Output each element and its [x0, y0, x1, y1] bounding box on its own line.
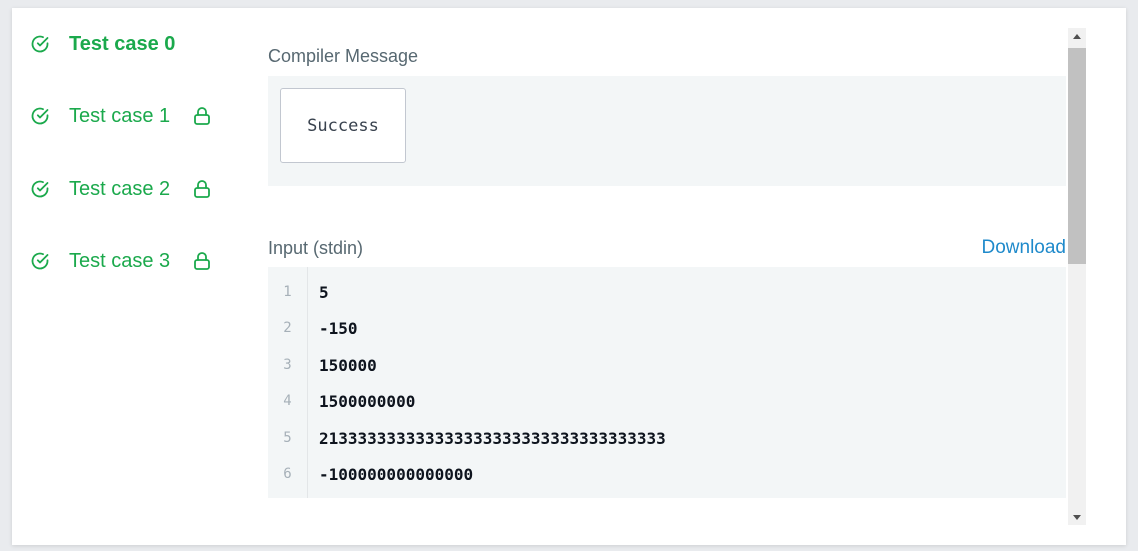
code-line: 5 213333333333333333333333333333333333: [268, 420, 1066, 456]
triangle-up-icon[interactable]: [1068, 28, 1086, 44]
check-circle-icon: [30, 251, 50, 271]
results-card: Test case 0 Test case 1 Test case 2 Test…: [12, 8, 1126, 545]
line-number: 6: [283, 466, 292, 482]
code-line: 2 -150: [268, 310, 1066, 346]
test-case-2-tab[interactable]: Test case 2: [30, 174, 211, 204]
line-number: 5: [283, 430, 292, 446]
download-link[interactable]: Download: [982, 237, 1067, 259]
check-circle-icon: [30, 106, 50, 126]
result-panel: Compiler Message Success Input (stdin) D…: [268, 28, 1066, 518]
vertical-scrollbar[interactable]: [1068, 28, 1086, 525]
lock-icon: [193, 251, 211, 271]
compiler-message-text: Success: [280, 88, 406, 163]
test-case-0-label: Test case 0: [69, 32, 176, 55]
line-text: -150: [319, 318, 358, 338]
line-number: 3: [283, 357, 292, 373]
triangle-down-icon[interactable]: [1068, 509, 1086, 525]
check-circle-icon: [30, 34, 50, 54]
test-case-3-tab[interactable]: Test case 3: [30, 246, 211, 276]
line-text: 150000: [319, 355, 377, 375]
lock-icon: [193, 179, 211, 199]
code-line: 3 150000: [268, 347, 1066, 383]
test-case-2-label: Test case 2: [69, 177, 171, 200]
lock-icon: [193, 106, 211, 126]
code-line: 4 1500000000: [268, 383, 1066, 419]
code-line: 1 5: [268, 274, 1066, 310]
line-text: 213333333333333333333333333333333333: [319, 428, 666, 448]
code-line: 6 -100000000000000: [268, 456, 1066, 492]
test-case-1-tab[interactable]: Test case 1: [30, 101, 211, 131]
compiler-message-title: Compiler Message: [268, 46, 419, 66]
line-text: 1500000000: [319, 391, 416, 411]
input-code-viewer: 1 5 2 -150 3 150000 4 1500000000 5 21333…: [268, 267, 1066, 498]
check-circle-icon: [30, 179, 50, 199]
input-title: Input (stdin): [268, 238, 364, 258]
line-text: 5: [319, 282, 329, 302]
scroll-thumb[interactable]: [1068, 48, 1086, 264]
test-case-0-tab[interactable]: Test case 0: [30, 29, 175, 59]
line-number: 1: [283, 284, 292, 300]
test-case-3-label: Test case 3: [69, 249, 171, 272]
line-number: 2: [283, 320, 292, 336]
test-case-list: Test case 0 Test case 1 Test case 2 Test…: [12, 8, 242, 545]
line-text: -100000000000000: [319, 464, 474, 484]
compiler-message-box: Success: [268, 76, 1066, 186]
test-case-1-label: Test case 1: [69, 104, 171, 127]
line-number: 4: [283, 393, 292, 409]
